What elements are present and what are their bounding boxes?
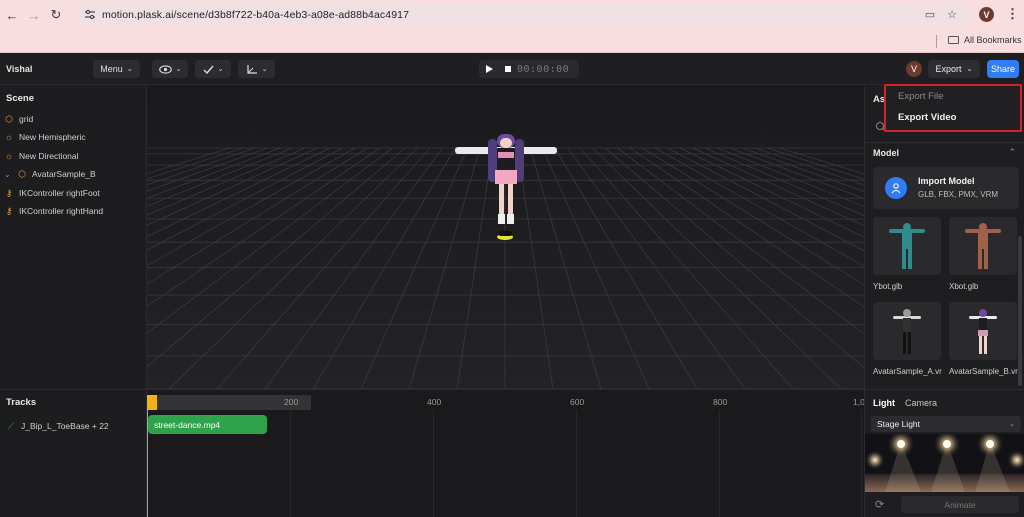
model-section-title: Model: [873, 148, 899, 158]
scene-item-grid[interactable]: ⬡ grid: [4, 112, 33, 126]
export-file-item[interactable]: Export File: [898, 91, 943, 102]
stage-lights-image: [865, 434, 1024, 492]
export-video-item[interactable]: Export Video: [898, 112, 956, 123]
model-thumb-avatar-b[interactable]: [949, 302, 1017, 360]
bookmark-star-icon[interactable]: ☆: [947, 8, 957, 21]
reload-icon[interactable]: ↻: [45, 4, 67, 26]
grid-floor: [147, 86, 864, 389]
track-item[interactable]: ⟋ J_Bip_L_ToeBase + 22: [6, 419, 109, 433]
share-button[interactable]: Share: [987, 60, 1019, 78]
user-avatar[interactable]: V: [906, 61, 922, 77]
scene-item-ik-right-foot[interactable]: ⚷ IKController rightFoot: [4, 186, 100, 200]
tracks-panel: Tracks ⟋ J_Bip_L_ToeBase + 22: [0, 389, 147, 517]
model-thumb-ybot[interactable]: [873, 217, 941, 275]
sun-icon: ☼: [4, 132, 14, 142]
chevron-up-icon[interactable]: ⌃: [1008, 147, 1016, 158]
user-upload-icon: [885, 177, 907, 199]
scene-panel: Scene ⬡ grid ☼ New Hemispheric ☼ New Dir…: [0, 86, 147, 389]
animate-button[interactable]: Animate: [901, 496, 1019, 513]
import-model-card[interactable]: Import Model GLB, FBX, PMX, VRM: [873, 167, 1019, 209]
browser-menu-icon[interactable]: ⋮: [1006, 6, 1019, 22]
site-settings-icon[interactable]: [84, 9, 96, 20]
thumb-label-avatar-b: AvatarSample_B.vr: [949, 367, 1018, 376]
ruler-label: 1,0: [853, 397, 864, 407]
avatar-a-preview-icon: [893, 309, 921, 354]
playhead-line: [147, 410, 148, 517]
ruler-label: 600: [570, 397, 585, 407]
address-bar[interactable]: motion.plask.ai/scene/d3b8f722-b40a-4eb3…: [77, 4, 967, 25]
sun-icon: ☼: [4, 151, 14, 161]
ruler-label: 400: [427, 397, 442, 407]
tab-camera[interactable]: Camera: [905, 398, 937, 408]
url-text[interactable]: motion.plask.ai/scene/d3b8f722-b40a-4eb3…: [102, 9, 409, 21]
timeline[interactable]: 200 400 600 800 1,0 street-dance.mp4: [147, 389, 864, 517]
ybot-preview-icon: [889, 223, 925, 269]
model-thumb-xbot[interactable]: [949, 217, 1017, 275]
chevron-down-icon: ⌄: [1009, 421, 1015, 428]
scene-item-ik-right-hand[interactable]: ⚷ IKController rightHand: [4, 204, 103, 218]
stage-light-preview: [865, 434, 1024, 492]
video-clip[interactable]: street-dance.mp4: [148, 415, 267, 434]
scene-title: Scene: [6, 93, 34, 104]
thumb-label-avatar-a: AvatarSample_A.vr: [873, 367, 942, 376]
stop-icon[interactable]: [505, 66, 511, 72]
tab-preview-icon[interactable]: ▭: [925, 8, 935, 21]
tracks-title: Tracks: [6, 397, 37, 408]
scene-item-directional[interactable]: ☼ New Directional: [4, 149, 79, 163]
chevron-down-icon: ⌄: [126, 66, 133, 73]
chevron-down-icon: ⌄: [261, 66, 268, 73]
xbot-preview-icon: [965, 223, 1001, 269]
model-thumb-avatar-a[interactable]: [873, 302, 941, 360]
asset-scrollbar[interactable]: [1018, 236, 1022, 386]
3d-viewport[interactable]: [147, 86, 864, 389]
bone-icon: ⟋: [7, 420, 15, 431]
project-name: Vishal: [6, 64, 33, 74]
playback-controls: 00:00:00: [479, 60, 579, 78]
export-dropdown-menu: Export File Export Video: [884, 84, 1022, 132]
check-icon: [203, 65, 214, 74]
back-icon[interactable]: ←: [1, 4, 23, 26]
avatar-b-preview-icon: [969, 309, 997, 354]
import-model-title: Import Model: [918, 176, 975, 186]
thumb-label-xbot: Xbot.glb: [949, 282, 979, 291]
chevron-down-icon: ⌄: [175, 66, 182, 73]
app-toolbar: Vishal Menu ⌄ ⌄ ⌄ ⌄ 00:00:00 V Export ⌄ …: [0, 53, 1024, 85]
browser-toolbar: ← → ↻ motion.plask.ai/scene/d3b8f722-b40…: [0, 0, 1024, 30]
key-icon: ⚷: [5, 187, 13, 198]
playhead-handle[interactable]: [147, 395, 157, 410]
key-icon: ⚷: [5, 205, 13, 216]
refresh-icon[interactable]: ⟳: [875, 498, 884, 511]
cube-icon: ⬡: [5, 113, 13, 124]
import-formats: GLB, FBX, PMX, VRM: [918, 190, 999, 199]
menu-button[interactable]: Menu ⌄: [93, 60, 140, 78]
folder-icon: [948, 36, 959, 44]
export-button[interactable]: Export ⌄: [928, 60, 980, 78]
tab-light[interactable]: Light: [873, 398, 895, 408]
light-preset-select[interactable]: Stage Light ⌄: [871, 416, 1021, 432]
ruler-label: 800: [713, 397, 728, 407]
scene-item-hemispheric[interactable]: ☼ New Hemispheric: [4, 130, 86, 144]
transform-dropdown[interactable]: ⌄: [238, 60, 275, 78]
all-bookmarks-button[interactable]: All Bookmarks: [948, 35, 1022, 45]
forward-icon[interactable]: →: [23, 4, 45, 26]
scene-item-avatar[interactable]: ⌄ ⬡ AvatarSample_B: [4, 167, 96, 181]
chevron-down-icon: ⌄: [966, 66, 973, 73]
cube-icon: ⬡: [18, 168, 26, 179]
chevron-down-icon[interactable]: ⌄: [4, 170, 12, 179]
axis-icon: [246, 64, 257, 74]
chevron-down-icon: ⌄: [217, 66, 224, 73]
browser-profile-avatar[interactable]: V: [979, 7, 994, 22]
ruler-label: 200: [284, 397, 299, 407]
timecode-display: 00:00:00: [517, 63, 570, 75]
thumb-label-ybot: Ybot.glb: [873, 282, 903, 291]
bookmarks-bar: All Bookmarks: [0, 30, 1024, 53]
check-dropdown[interactable]: ⌄: [195, 60, 231, 78]
eye-icon: [158, 64, 172, 74]
visibility-dropdown[interactable]: ⌄: [152, 60, 188, 78]
light-panel: Light Camera Stage Light ⌄ ⟳ Animate: [864, 389, 1024, 517]
play-icon[interactable]: [486, 65, 493, 73]
